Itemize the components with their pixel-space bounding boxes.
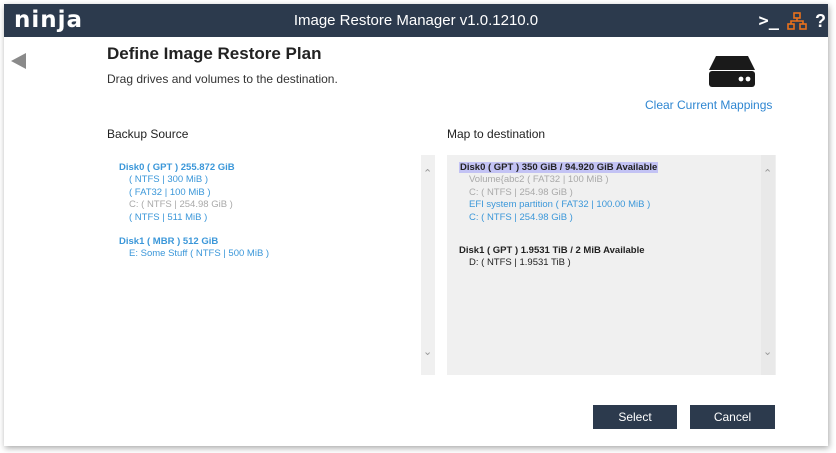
- destination-list: Disk0 ( GPT ) 350 GiB / 94.920 GiB Avail…: [459, 161, 659, 270]
- cancel-button[interactable]: Cancel: [690, 405, 775, 429]
- page-subtitle: Drag drives and volumes to the destinati…: [107, 72, 338, 86]
- title-bar-icons: >_ ?: [759, 9, 828, 33]
- backup-source-label: Backup Source: [107, 127, 189, 141]
- source-volume[interactable]: ( NTFS | 300 MiB ): [119, 174, 269, 187]
- source-scrollbar[interactable]: ⌃ ⌄: [421, 155, 435, 375]
- source-volume[interactable]: ( FAT32 | 100 MiB ): [119, 187, 269, 200]
- destination-volume-mapped[interactable]: EFI system partition ( FAT32 | 100.00 Mi…: [459, 199, 658, 212]
- terminal-icon[interactable]: >_: [759, 11, 779, 31]
- destination-scrollbar[interactable]: ⌃ ⌄: [761, 155, 775, 375]
- destination-volume: D: ( NTFS | 1.9531 TiB ): [469, 257, 571, 269]
- source-disk1[interactable]: Disk1 ( MBR ) 512 GiB: [119, 235, 269, 248]
- clear-mappings-link[interactable]: Clear Current Mappings: [645, 98, 772, 112]
- hard-drive-icon: [708, 54, 756, 93]
- app-window: ninja Image Restore Manager v1.0.1210.0 …: [4, 4, 828, 446]
- app-title: Image Restore Manager v1.0.1210.0: [293, 12, 539, 29]
- destination-volume-existing: Volume{abc2 ( FAT32 | 100 MiB ): [469, 174, 609, 185]
- source-volume[interactable]: E: Some Stuff ( NTFS | 500 MiB ): [119, 248, 269, 261]
- title-bar: ninja Image Restore Manager v1.0.1210.0 …: [4, 4, 828, 37]
- scroll-down-icon[interactable]: ⌄: [423, 345, 432, 358]
- select-button[interactable]: Select: [593, 405, 677, 429]
- source-disk0[interactable]: Disk0 ( GPT ) 255.872 GiB: [119, 161, 269, 174]
- scroll-up-icon[interactable]: ⌃: [423, 167, 432, 180]
- source-volume[interactable]: ( NTFS | 511 MiB ): [119, 212, 269, 225]
- help-icon[interactable]: ?: [815, 11, 826, 32]
- backup-source-panel[interactable]: Disk0 ( GPT ) 255.872 GiB ( NTFS | 300 M…: [107, 155, 439, 375]
- destination-volume-mapped[interactable]: C: ( NTFS | 254.98 GiB ): [459, 212, 658, 225]
- destination-disk0[interactable]: Disk0 ( GPT ) 350 GiB / 94.920 GiB Avail…: [459, 161, 659, 174]
- source-list: Disk0 ( GPT ) 255.872 GiB ( NTFS | 300 M…: [119, 161, 269, 261]
- destination-label: Map to destination: [447, 127, 546, 141]
- destination-disk1[interactable]: Disk1 ( GPT ) 1.9531 TiB / 2 MiB Availab…: [459, 244, 658, 257]
- scroll-down-icon[interactable]: ⌄: [763, 345, 772, 358]
- page-title: Define Image Restore Plan: [107, 44, 322, 63]
- back-arrow-icon[interactable]: [10, 52, 28, 75]
- network-icon[interactable]: [787, 12, 807, 30]
- destination-disk0-label: Disk0 ( GPT ) 350 GiB / 94.920 GiB Avail…: [459, 162, 659, 173]
- scroll-up-icon[interactable]: ⌃: [763, 167, 772, 180]
- destination-panel[interactable]: Disk0 ( GPT ) 350 GiB / 94.920 GiB Avail…: [447, 155, 776, 375]
- destination-volume-existing: C: ( NTFS | 254.98 GiB ): [469, 186, 573, 198]
- source-volume-mapped: C: ( NTFS | 254.98 GiB ): [129, 199, 233, 211]
